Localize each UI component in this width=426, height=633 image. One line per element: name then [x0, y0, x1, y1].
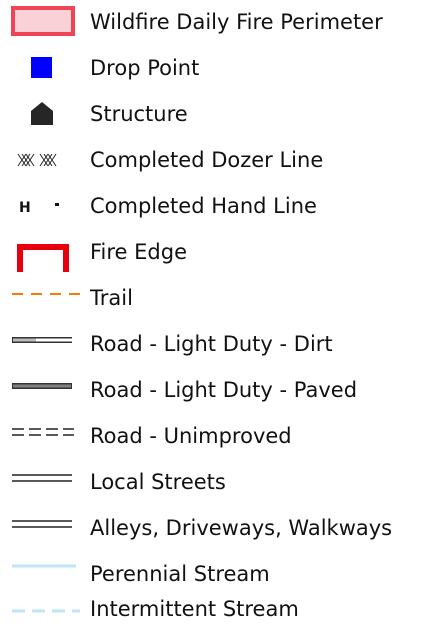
legend-item-road-paved: Road - Light Duty - Paved — [0, 368, 426, 414]
legend-item-intermittent-stream: Intermittent Stream — [0, 587, 426, 633]
dashed-light-blue-line-icon — [0, 587, 84, 633]
legend-label: Road - Unimproved — [90, 424, 292, 448]
legend-label: Wildfire Daily Fire Perimeter — [90, 10, 383, 34]
legend-label: Road - Light Duty - Paved — [90, 378, 358, 402]
paved-road-line-icon — [0, 368, 84, 414]
legend-item-fire-perimeter: Wildfire Daily Fire Perimeter — [0, 0, 426, 46]
legend-label: Completed Dozer Line — [90, 148, 324, 172]
double-line-icon — [0, 506, 84, 552]
legend-label: Road - Light Duty - Dirt — [90, 332, 333, 356]
legend-label: Fire Edge — [90, 240, 188, 264]
legend-item-road-dirt: Road - Light Duty - Dirt — [0, 322, 426, 368]
dozer-line-icon — [0, 138, 84, 184]
fire-edge-icon — [0, 230, 84, 276]
unimproved-road-line-icon — [0, 414, 84, 460]
legend-item-trail: Trail — [0, 276, 426, 322]
blue-square-icon — [0, 46, 84, 92]
house-shape-icon — [0, 92, 84, 138]
hand-line-glyph: H — [19, 200, 31, 216]
double-line-icon — [0, 460, 84, 506]
legend-label: Drop Point — [90, 56, 200, 80]
legend-item-alleys: Alleys, Driveways, Walkways — [0, 506, 426, 552]
legend-item-drop-point: Drop Point — [0, 46, 426, 92]
hand-line-icon: H — [0, 184, 84, 230]
legend-item-road-unimproved: Road - Unimproved — [0, 414, 426, 460]
legend-item-dozer-line: Completed Dozer Line — [0, 138, 426, 184]
legend-label: Intermittent Stream — [90, 597, 299, 621]
legend-label: Local Streets — [90, 470, 226, 494]
legend-label: Structure — [90, 102, 188, 126]
legend-item-fire-edge: Fire Edge — [0, 230, 426, 276]
fire-perimeter-swatch-icon — [0, 0, 84, 46]
legend-label: Trail — [90, 286, 133, 310]
dashed-orange-line-icon — [0, 276, 84, 322]
legend-item-local-streets: Local Streets — [0, 460, 426, 506]
legend-label: Completed Hand Line — [90, 194, 317, 218]
legend-item-structure: Structure — [0, 92, 426, 138]
map-legend: Wildfire Daily Fire Perimeter Drop Point… — [0, 0, 426, 633]
dirt-road-line-icon — [0, 322, 84, 368]
legend-label: Alleys, Driveways, Walkways — [90, 516, 393, 540]
legend-item-hand-line: H Completed Hand Line — [0, 184, 426, 230]
